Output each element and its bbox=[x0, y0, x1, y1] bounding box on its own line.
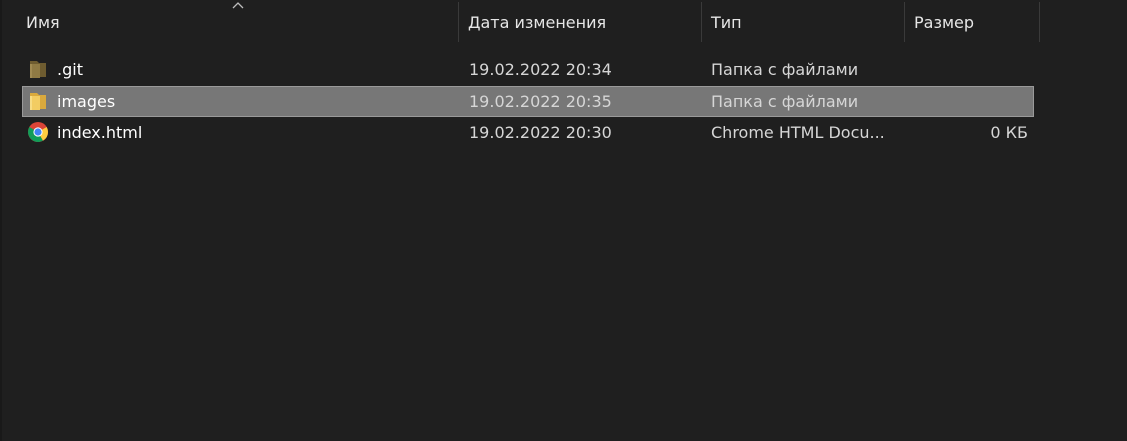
file-size: 0 КБ bbox=[990, 123, 1028, 142]
file-name: index.html bbox=[57, 123, 143, 142]
column-header-bar: Имя Дата изменения Тип Размер bbox=[0, 0, 1127, 44]
file-date: 19.02.2022 20:34 bbox=[469, 60, 612, 79]
folder-icon bbox=[30, 93, 46, 110]
file-type: Chrome HTML Docu... bbox=[711, 123, 885, 142]
file-name: .git bbox=[57, 60, 83, 79]
folder-icon bbox=[30, 61, 46, 78]
window-edge bbox=[0, 0, 2, 441]
column-header-type-label: Тип bbox=[711, 12, 742, 32]
column-header-name[interactable]: Имя bbox=[26, 0, 458, 44]
file-type: Папка с файлами bbox=[711, 92, 859, 111]
column-resize-handle[interactable] bbox=[701, 2, 702, 42]
file-row[interactable]: .git 19.02.2022 20:34 Папка с файлами bbox=[22, 54, 1034, 85]
column-resize-handle[interactable] bbox=[458, 2, 459, 42]
column-header-size-label: Размер bbox=[914, 12, 975, 32]
column-header-size[interactable]: Размер bbox=[914, 0, 1039, 44]
file-date: 19.02.2022 20:30 bbox=[469, 123, 612, 142]
column-header-date-label: Дата изменения bbox=[468, 12, 607, 32]
column-resize-handle[interactable] bbox=[904, 2, 905, 42]
chrome-icon bbox=[28, 122, 48, 142]
column-header-type[interactable]: Тип bbox=[711, 0, 904, 44]
file-row[interactable]: index.html 19.02.2022 20:30 Chrome HTML … bbox=[22, 117, 1034, 148]
file-name: images bbox=[57, 92, 116, 111]
column-header-date[interactable]: Дата изменения bbox=[468, 0, 701, 44]
file-explorer-view: Имя Дата изменения Тип Размер .git 19.02… bbox=[0, 0, 1127, 441]
file-row-selected[interactable]: images 19.02.2022 20:35 Папка с файлами bbox=[22, 86, 1034, 117]
column-header-name-label: Имя bbox=[26, 12, 60, 32]
file-type: Папка с файлами bbox=[711, 60, 859, 79]
column-resize-handle[interactable] bbox=[1039, 2, 1040, 42]
file-date: 19.02.2022 20:35 bbox=[469, 92, 612, 111]
